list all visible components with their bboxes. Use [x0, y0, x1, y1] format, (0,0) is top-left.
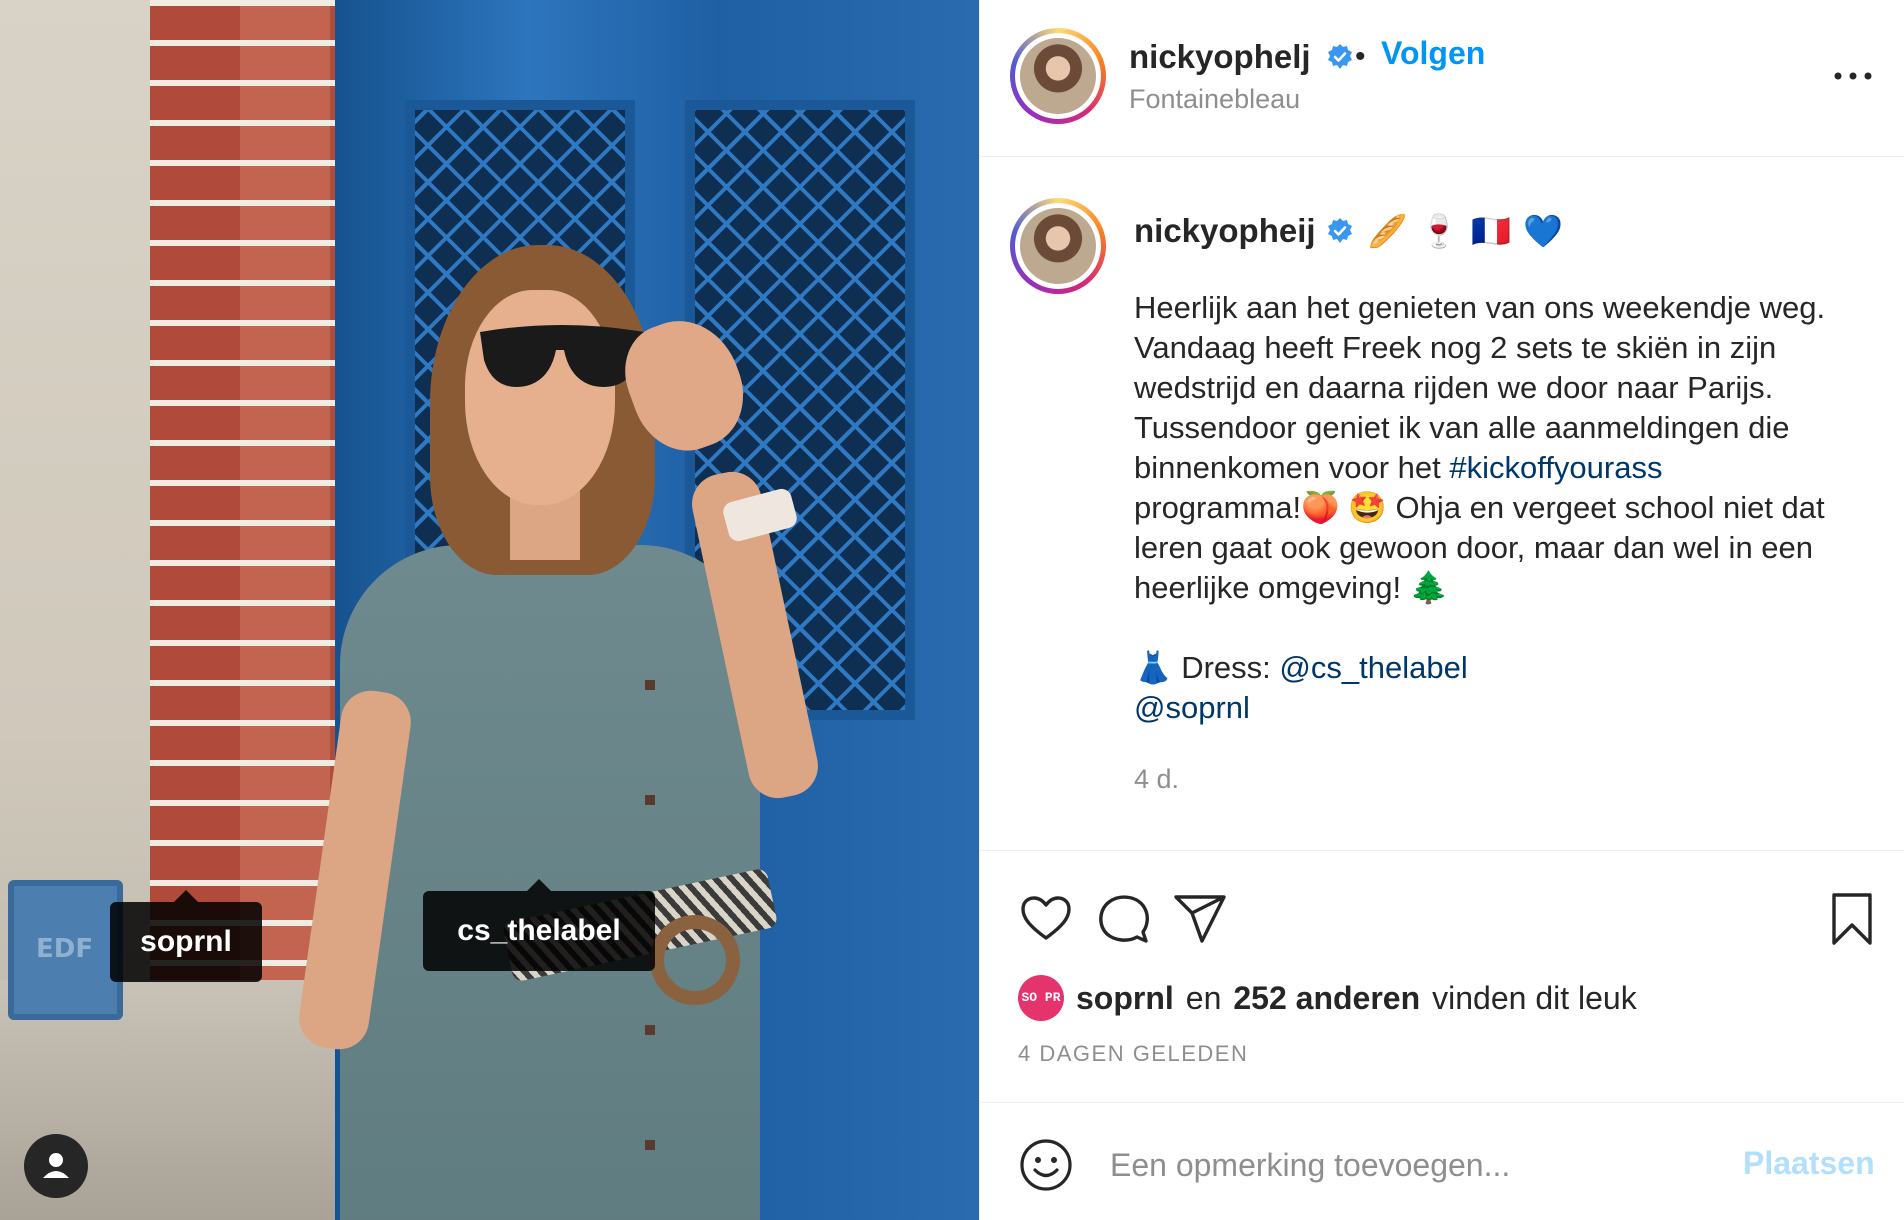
liker-avatar[interactable]: SO PR [1018, 975, 1064, 1021]
brick-column [150, 0, 335, 1000]
comment-bar: Plaatsen [980, 1102, 1904, 1220]
wine-emoji: 🍷 [1419, 213, 1460, 249]
verified-badge-icon [1327, 218, 1352, 243]
header-separator: • [1355, 40, 1366, 73]
post-sidebar: nickyophelj • Volgen Fontainebleau nicky… [979, 0, 1904, 1220]
share-icon[interactable] [1172, 891, 1228, 947]
caption-line: @soprnl [1134, 688, 1894, 728]
mention-soprnl[interactable]: @soprnl [1134, 690, 1250, 725]
caption-age[interactable]: 4 d. [1134, 764, 1179, 795]
header-location[interactable]: Fontainebleau [1129, 84, 1300, 115]
post-actions: SO PR soprnl en 252 anderen vinden dit l… [980, 850, 1904, 1102]
blue-heart-emoji: 💙 [1523, 213, 1563, 249]
sunglasses [480, 325, 644, 387]
verified-badge-icon [1327, 44, 1352, 69]
hashtag-link[interactable]: #kickoffyourass [1449, 450, 1662, 485]
caption-line: programma!🍑 🤩 Ohja en vergeet school nie… [1134, 490, 1825, 525]
post-date[interactable]: 4 DAGEN GELEDEN [1018, 1041, 1248, 1067]
liker-username[interactable]: soprnl [1076, 980, 1174, 1017]
edf-meter-box: EDF [8, 880, 123, 1020]
caption-area: nickyopheij 🥖 🍷 🇫🇷 💙 Heerlijk aan het ge… [980, 158, 1904, 850]
dress-emoji: 👗 [1134, 650, 1173, 685]
baguette-emoji: 🥖 [1367, 213, 1408, 249]
comment-icon[interactable] [1096, 891, 1152, 947]
caption-line: wedstrijd en daarna rijden we door naar … [1134, 370, 1774, 405]
likes-count[interactable]: 252 anderen [1233, 980, 1420, 1017]
user-icon [43, 1153, 69, 1178]
caption-text: Heerlijk aan het genieten van ons weeken… [1134, 288, 1894, 728]
more-options-icon[interactable] [1828, 60, 1878, 90]
france-flag-emoji: 🇫🇷 [1471, 213, 1512, 249]
post-comment-button[interactable]: Plaatsen [1743, 1145, 1875, 1182]
emoji-picker-icon[interactable] [1018, 1137, 1074, 1193]
caption-username[interactable]: nickyopheij [1134, 212, 1316, 250]
photo-tag-soprnl[interactable]: soprnl [110, 890, 262, 982]
tagged-users-button[interactable] [24, 1134, 88, 1198]
bookmark-icon[interactable] [1824, 891, 1880, 947]
post-header: nickyophelj • Volgen Fontainebleau [980, 0, 1904, 157]
comment-input[interactable] [1110, 1137, 1730, 1193]
belt-buckle [650, 915, 740, 1005]
header-username[interactable]: nickyophelj [1129, 38, 1354, 76]
header-avatar[interactable] [1010, 28, 1106, 124]
caption-line: leren gaat ook gewoon door, maar dan wel… [1134, 530, 1814, 565]
caption-line: Tussendoor geniet ik van alle aanmelding… [1134, 410, 1790, 445]
follow-button[interactable]: Volgen [1381, 35, 1485, 72]
caption-emojis: 🥖 🍷 🇫🇷 💙 [1368, 212, 1563, 250]
caption-line: Vandaag heeft Freek nog 2 sets te skiën … [1134, 330, 1777, 365]
post-photo[interactable]: EDF soprnl cs_thelabel [0, 0, 979, 1220]
likes-summary: SO PR soprnl en 252 anderen vinden dit l… [1018, 975, 1637, 1021]
caption-line: heerlijke omgeving! 🌲 [1134, 570, 1449, 605]
mention-cs-thelabel[interactable]: @cs_thelabel [1279, 650, 1467, 685]
photo-tag-cs-thelabel[interactable]: cs_thelabel [423, 879, 655, 971]
caption-line: Heerlijk aan het genieten van ons weeken… [1134, 290, 1826, 325]
caption-line: 👗 Dress: @cs_thelabel [1134, 650, 1468, 685]
caption-line: binnenkomen voor het #kickoffyourass [1134, 450, 1663, 485]
caption-header: nickyopheij 🥖 🍷 🇫🇷 💙 [1134, 212, 1563, 250]
caption-avatar[interactable] [1010, 198, 1106, 294]
heart-icon[interactable] [1018, 891, 1074, 947]
